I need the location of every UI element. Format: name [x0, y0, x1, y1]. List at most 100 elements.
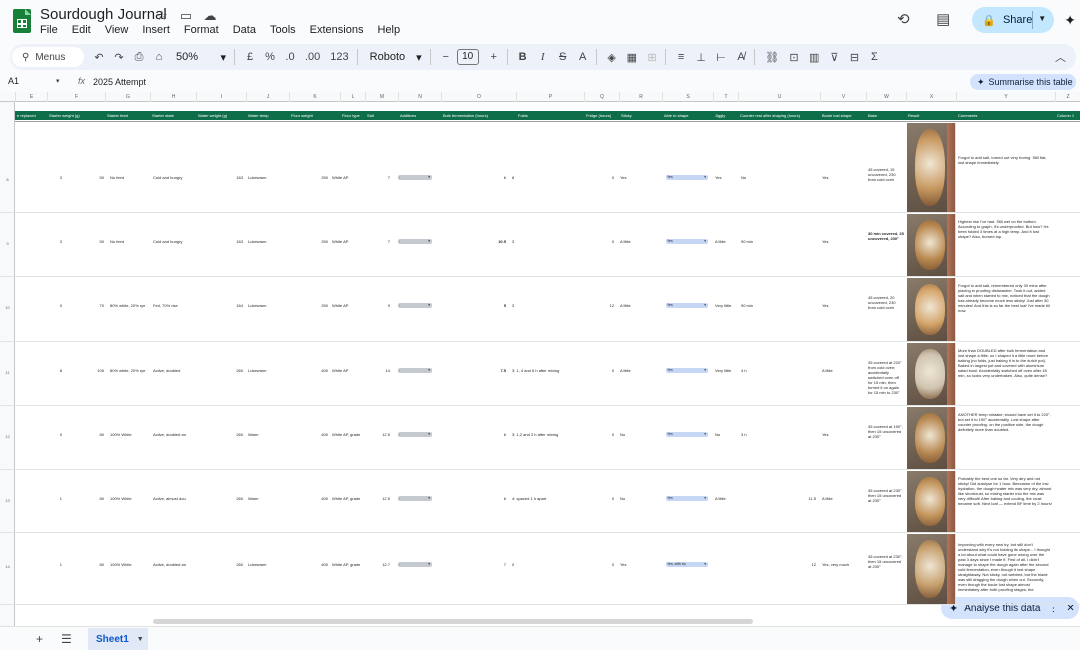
cell-m[interactable]: 12.7 [368, 562, 390, 567]
cell-r[interactable]: Yes [620, 175, 660, 180]
header-cell[interactable]: Jiggly [713, 111, 738, 120]
cell-bake[interactable]: 45 covered at 220° from cold oven; accid… [868, 360, 904, 395]
cell-m[interactable]: 14 [368, 368, 390, 373]
cell-i[interactable]: 260 [205, 496, 243, 501]
cell-j[interactable]: Lukewarm [248, 368, 288, 373]
summarise-table-button[interactable]: ✦ Summarise this table [970, 74, 1076, 90]
insert-comment-icon[interactable]: ⊡ [789, 51, 799, 64]
cell-k[interactable]: 400 [300, 562, 328, 567]
header-cell[interactable]: Folds [516, 111, 584, 120]
table-row[interactable]: 10 0 70 80% white, 20% rye Fed, 70% rise 164 L… [0, 277, 1080, 342]
cloud-status-icon[interactable]: ☁ [200, 8, 220, 24]
column-header-p[interactable]: P [516, 92, 584, 102]
share-dropdown-icon[interactable]: ▼ [1038, 14, 1046, 23]
cell-f[interactable]: 50 [80, 239, 104, 244]
cell-l[interactable]: White AP [332, 175, 364, 180]
header-cell[interactable]: Salt [365, 111, 398, 120]
cell-bake[interactable]: 45 covered at 190°, then 15 uncovered at… [868, 424, 904, 439]
result-photo[interactable] [907, 278, 956, 341]
additives-dropdown-chip[interactable]: - [398, 562, 432, 567]
cell-p[interactable]: 3: 1,2 and 3 h after mixing [512, 432, 572, 437]
vertical-align-icon[interactable]: ⊥ [696, 51, 706, 64]
row-number[interactable]: 14 [0, 564, 15, 569]
header-cell[interactable]: Column 1 [1055, 111, 1080, 120]
cell-t[interactable]: Yes [715, 175, 737, 180]
cell-m[interactable]: 12.5 [368, 432, 390, 437]
table-row[interactable]: 11 8 105 80% white, 20% rye Active, doubled 2… [0, 342, 1080, 406]
paint-format-icon[interactable]: ⌂ [154, 51, 164, 63]
cell-m[interactable]: 7 [368, 175, 390, 180]
cell-q[interactable]: 0 [594, 175, 614, 180]
column-header-j[interactable]: J [246, 92, 289, 102]
cell-h[interactable]: Active, doubled an [153, 562, 195, 567]
cell-l[interactable]: White AP [332, 239, 364, 244]
cell-t[interactable]: Very little [715, 368, 737, 373]
header-cell[interactable]: Flour type [340, 111, 365, 120]
cell-w[interactable]: Yes [822, 239, 864, 244]
column-header-x[interactable]: X [906, 92, 956, 102]
header-cell[interactable]: Starter weight (g) [47, 111, 105, 120]
cell-o[interactable]: 6 [476, 175, 506, 180]
horizontal-scrollbar[interactable] [153, 619, 753, 624]
header-cell[interactable]: Boule lost shape [820, 111, 866, 120]
column-header-v[interactable]: V [820, 92, 866, 102]
cell-g[interactable]: 80% white, 20% rye [110, 368, 150, 373]
column-header-l[interactable]: L [340, 92, 365, 102]
cell-comments[interactable]: Highest rise I've had. Still wet on the … [958, 219, 1052, 239]
cell-t[interactable]: No [715, 432, 737, 437]
cell-l[interactable]: White AP, grade [332, 562, 364, 567]
cell-p[interactable]: 3: 1, 4 and 6 h after mixing [512, 368, 572, 373]
able-to-shape-dropdown-chip[interactable]: Yes, with bu [666, 562, 708, 567]
merge-cells-icon[interactable]: ⊞ [647, 51, 657, 64]
header-cell[interactable]: Counter rest after shaping (hours) [738, 111, 820, 120]
able-to-shape-dropdown-chip[interactable]: Yes [666, 175, 708, 180]
increase-font-size-icon[interactable]: + [489, 51, 499, 63]
cell-i[interactable]: 260 [205, 368, 243, 373]
additives-dropdown-chip[interactable]: - [398, 175, 432, 180]
gemini-sparkle-icon[interactable]: ✦ [1064, 12, 1076, 29]
column-header-q[interactable]: Q [584, 92, 619, 102]
cell-j[interactable]: Lukewarm [248, 239, 288, 244]
cell-o[interactable]: 5 [476, 303, 506, 308]
header-cell[interactable]: Flour weight [289, 111, 340, 120]
cell-p[interactable]: 3 [512, 303, 572, 308]
cell-f[interactable]: 80 [80, 432, 104, 437]
row-number[interactable]: 9 [0, 241, 15, 246]
cell-bake[interactable]: 45 covered, 20 uncovered, 230 from cold … [868, 295, 904, 310]
cell-p[interactable]: 4: spaced 1 h apart [512, 496, 572, 501]
header-cell[interactable]: Starter feed [105, 111, 150, 120]
cell-w[interactable]: Yes [822, 432, 864, 437]
cell-q[interactable]: 0 [594, 562, 614, 567]
header-cell[interactable]: Able to shape [662, 111, 713, 120]
header-cell[interactable]: Bulk fermentation (hours) [441, 111, 516, 120]
cell-o[interactable]: 7.5 [476, 368, 506, 373]
cell-e[interactable]: 0 [40, 432, 62, 437]
cell-h[interactable]: Active, doubled an [153, 432, 195, 437]
add-sheet-icon[interactable]: + [36, 632, 43, 646]
header-cell[interactable]: Result [906, 111, 956, 120]
cell-bake[interactable]: 45 covered, 15 uncovered, 230 from cold … [868, 167, 904, 182]
cell-r[interactable]: No [620, 496, 660, 501]
header-cell[interactable]: Bake [866, 111, 906, 120]
cell-comments[interactable]: ANOTHER temp mistake; should have set it… [958, 412, 1052, 432]
cell-f[interactable]: 70 [80, 303, 104, 308]
cell-i[interactable]: 260 [205, 562, 243, 567]
cell-j[interactable]: Warm [248, 496, 288, 501]
bold-icon[interactable]: B [518, 51, 528, 63]
cell-t[interactable]: A little [715, 496, 737, 501]
cell-m[interactable]: 12.5 [368, 496, 390, 501]
cell-u[interactable]: 90 min [741, 239, 771, 244]
italic-icon[interactable]: I [538, 51, 548, 63]
cell-w[interactable]: Yes, very much [822, 562, 864, 567]
column-header-y[interactable]: Y [956, 92, 1055, 102]
column-header-t[interactable]: T [713, 92, 738, 102]
insert-link-icon[interactable]: ⛓ [765, 51, 779, 64]
able-to-shape-dropdown-chip[interactable]: Yes [666, 239, 708, 244]
cell-e[interactable]: 3 [40, 239, 62, 244]
cell-m[interactable]: 7 [368, 239, 390, 244]
cell-w[interactable]: A little [822, 496, 864, 501]
additives-dropdown-chip[interactable]: - [398, 303, 432, 308]
cell-u[interactable]: 3 h [741, 432, 771, 437]
sheets-logo-icon[interactable] [13, 9, 31, 33]
result-photo[interactable] [907, 471, 956, 532]
